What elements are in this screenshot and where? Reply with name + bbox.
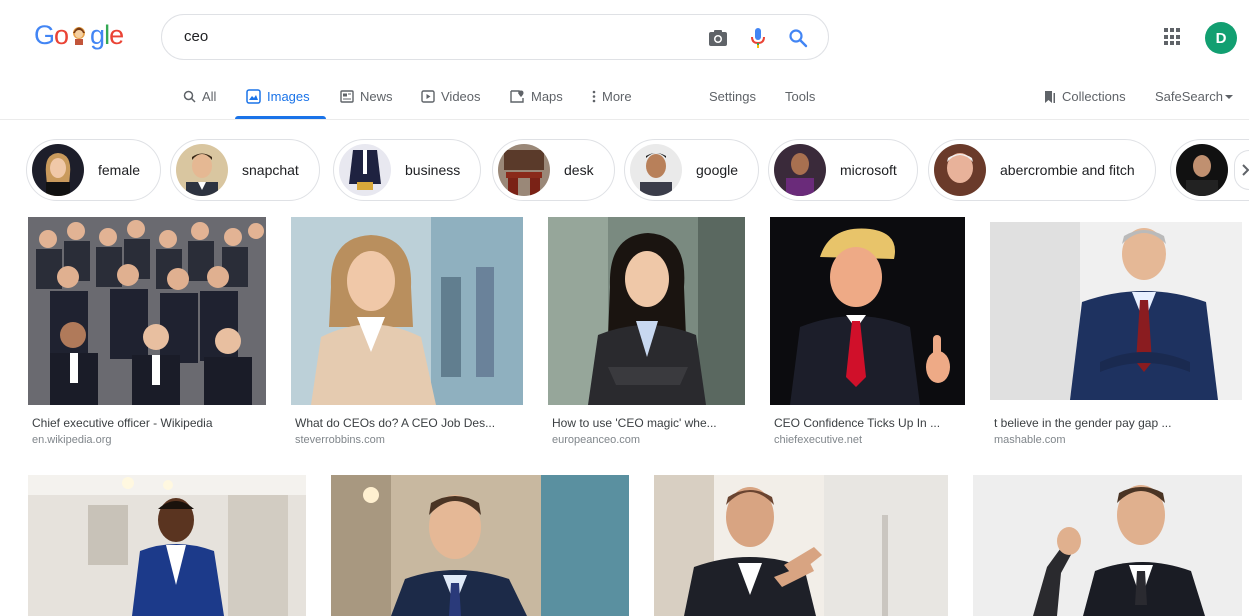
safesearch-dropdown[interactable]: SafeSearch	[1155, 89, 1233, 104]
result-thumbnail	[654, 475, 948, 616]
apps-grid-icon[interactable]	[1164, 28, 1182, 46]
chip-label: desk	[564, 162, 594, 178]
search-icon	[183, 90, 196, 103]
image-result[interactable]: CEO Confidence Ticks Up In ... chiefexec…	[770, 217, 965, 457]
search-submit-icon[interactable]	[786, 26, 810, 50]
chip-thumbnail	[1176, 144, 1228, 196]
chip-label: microsoft	[840, 162, 897, 178]
result-source: europeanceo.com	[552, 434, 641, 446]
video-icon	[421, 90, 435, 103]
logo-letter-o: o	[54, 20, 69, 50]
safesearch-label: SafeSearch	[1155, 89, 1223, 104]
chip-thumbnail	[498, 144, 550, 196]
active-tab-indicator	[235, 116, 326, 119]
chip-thumbnail	[630, 144, 682, 196]
chip-thumbnail	[934, 144, 986, 196]
chip-thumbnail	[176, 144, 228, 196]
chip-female[interactable]: female	[26, 139, 162, 201]
chip-thumbnail	[774, 144, 826, 196]
chip-microsoft[interactable]: microsoft	[768, 139, 918, 201]
chip-desk[interactable]: desk	[492, 139, 615, 201]
logo-letter-e: e	[109, 20, 124, 50]
tab-news[interactable]: News	[340, 89, 393, 104]
image-result[interactable]: Chief executive officer - Wikipedia en.w…	[28, 217, 266, 457]
tab-all-label: All	[202, 89, 217, 104]
chips-next-arrow-icon[interactable]	[1234, 150, 1249, 190]
tab-more-label: More	[602, 89, 632, 104]
chip-thumbnail	[32, 144, 84, 196]
result-title[interactable]: CEO Confidence Ticks Up In ...	[774, 416, 940, 430]
chip-label: snapchat	[242, 162, 299, 178]
result-thumbnail	[770, 217, 965, 405]
logo-letter-g2: g	[90, 20, 105, 50]
result-title[interactable]: What do CEOs do? A CEO Job Des...	[295, 416, 495, 430]
result-thumbnail	[548, 217, 745, 405]
image-result[interactable]	[28, 475, 306, 616]
chip-label: business	[405, 162, 461, 178]
tab-more[interactable]: More	[592, 89, 632, 104]
image-result[interactable]	[331, 475, 629, 616]
search-actions	[706, 26, 810, 50]
result-source: steverrobbins.com	[295, 434, 385, 446]
tab-maps-label: Maps	[531, 89, 563, 104]
result-title[interactable]: How to use 'CEO magic' whe...	[552, 416, 717, 430]
settings-link[interactable]: Settings	[709, 89, 756, 104]
result-title[interactable]: Chief executive officer - Wikipedia	[32, 416, 213, 430]
logo-letter-g: G	[34, 20, 55, 50]
related-search-chips: female snapchat business desk google mic…	[22, 139, 1249, 201]
image-result[interactable]	[973, 475, 1242, 616]
result-thumbnail	[973, 475, 1242, 616]
result-source: chiefexecutive.net	[774, 434, 863, 446]
chip-google[interactable]: google	[624, 139, 760, 201]
search-box	[161, 14, 829, 60]
chip-abercrombie-and-fitch[interactable]: abercrombie and fitch	[928, 139, 1156, 201]
search-tabs: All Images News Videos Maps More Setting…	[0, 80, 1249, 120]
tab-maps[interactable]: Maps	[510, 89, 563, 104]
result-source: en.wikipedia.org	[32, 434, 112, 446]
tools-label: Tools	[785, 89, 816, 104]
image-result[interactable]: How to use 'CEO magic' whe... europeance…	[548, 217, 745, 457]
search-input[interactable]	[184, 28, 684, 45]
chip-label: abercrombie and fitch	[1000, 162, 1135, 178]
account-avatar[interactable]: D	[1205, 22, 1237, 54]
chip-snapchat[interactable]: snapchat	[170, 139, 320, 201]
settings-label: Settings	[709, 89, 756, 104]
collections-link[interactable]: Collections	[1044, 89, 1126, 104]
result-thumbnail	[291, 217, 523, 405]
microphone-icon[interactable]	[746, 26, 770, 50]
image-icon	[246, 89, 261, 104]
caret-down-icon	[1224, 94, 1233, 99]
tools-link[interactable]: Tools	[785, 89, 815, 104]
doodle-icon	[68, 22, 90, 45]
tab-news-label: News	[360, 89, 393, 104]
bookmark-icon	[1045, 90, 1055, 103]
image-result[interactable]: What do CEOs do? A CEO Job Des... stever…	[291, 217, 523, 457]
result-thumbnail	[990, 222, 1242, 400]
result-thumbnail	[28, 475, 306, 616]
more-vert-icon	[592, 90, 596, 103]
result-thumbnail	[28, 217, 266, 405]
tab-images[interactable]: Images	[246, 89, 310, 104]
chip-thumbnail	[339, 144, 391, 196]
result-title[interactable]: t believe in the gender pay gap ...	[994, 416, 1171, 430]
image-result[interactable]: t believe in the gender pay gap ... mash…	[990, 222, 1242, 457]
tab-all[interactable]: All	[183, 89, 216, 104]
news-icon	[340, 90, 354, 103]
tab-videos[interactable]: Videos	[421, 89, 481, 104]
chip-label: google	[696, 162, 739, 178]
image-result[interactable]	[654, 475, 948, 616]
chip-label: female	[98, 162, 141, 178]
chip-business[interactable]: business	[333, 139, 482, 201]
google-logo[interactable]: Go gle	[34, 20, 124, 51]
camera-icon[interactable]	[706, 26, 730, 50]
result-source: mashable.com	[994, 434, 1066, 446]
tab-images-label: Images	[267, 89, 310, 104]
tab-videos-label: Videos	[441, 89, 481, 104]
map-icon	[510, 90, 524, 103]
collections-label: Collections	[1062, 89, 1126, 104]
result-thumbnail	[331, 475, 629, 616]
